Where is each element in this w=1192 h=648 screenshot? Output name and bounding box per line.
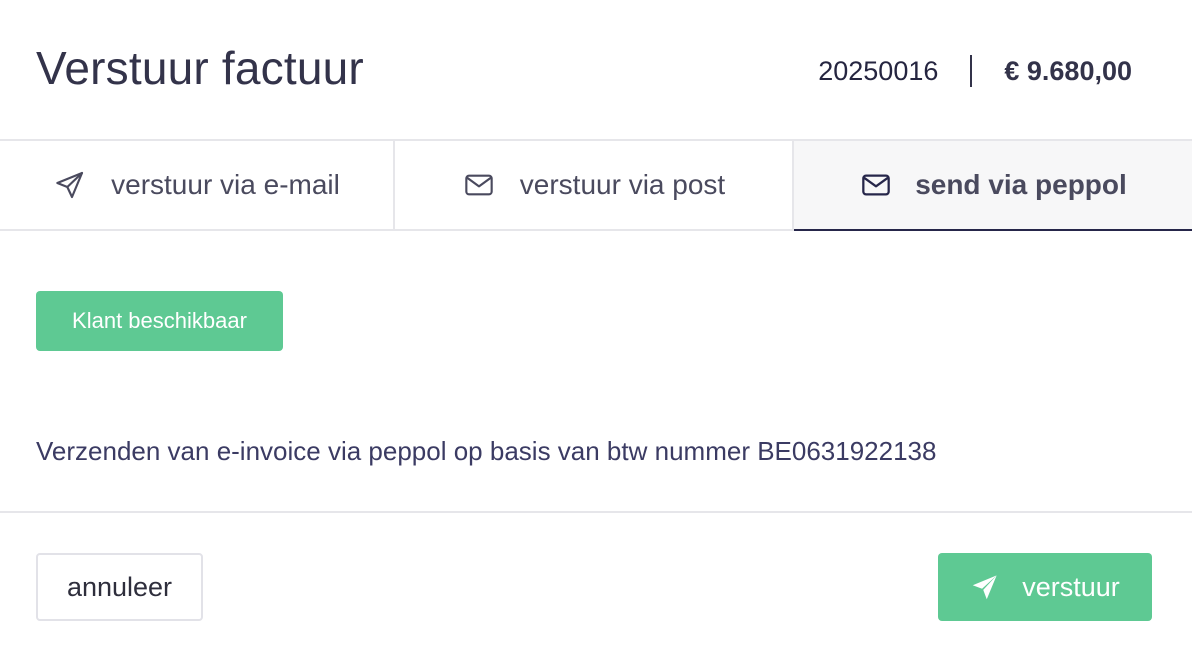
send-invoice-modal: Verstuur factuur 20250016 € 9.680,00 ver… bbox=[0, 0, 1192, 648]
meta-separator bbox=[970, 55, 973, 87]
paper-plane-icon bbox=[53, 168, 87, 202]
page-title: Verstuur factuur bbox=[36, 42, 364, 94]
send-button[interactable]: verstuur bbox=[938, 553, 1152, 621]
status-badge: Klant beschikbaar bbox=[36, 291, 283, 351]
footer-divider bbox=[0, 511, 1192, 513]
tab-peppol-label: send via peppol bbox=[915, 169, 1127, 200]
tab-post-label: verstuur via post bbox=[519, 169, 726, 200]
tab-peppol[interactable]: send via peppol bbox=[794, 141, 1192, 231]
envelope-icon bbox=[462, 168, 496, 202]
invoice-number: 20250016 bbox=[818, 56, 939, 86]
invoice-amount: € 9.680,00 bbox=[1004, 56, 1132, 86]
tab-email[interactable]: verstuur via e-mail bbox=[0, 141, 395, 229]
envelope-icon bbox=[859, 168, 893, 202]
cancel-button[interactable]: annuleer bbox=[36, 553, 203, 621]
tab-post[interactable]: verstuur via post bbox=[395, 141, 794, 229]
send-button-label: verstuur bbox=[1022, 571, 1120, 602]
modal-header: Verstuur factuur 20250016 € 9.680,00 bbox=[0, 0, 1192, 141]
paper-plane-icon bbox=[970, 572, 1000, 602]
send-method-tabs: verstuur via e-mail verstuur via post se… bbox=[0, 141, 1192, 231]
invoice-meta: 20250016 € 9.680,00 bbox=[818, 54, 1132, 88]
tab-email-label: verstuur via e-mail bbox=[111, 169, 340, 200]
peppol-description: Verzenden van e-invoice via peppol op ba… bbox=[36, 436, 937, 466]
